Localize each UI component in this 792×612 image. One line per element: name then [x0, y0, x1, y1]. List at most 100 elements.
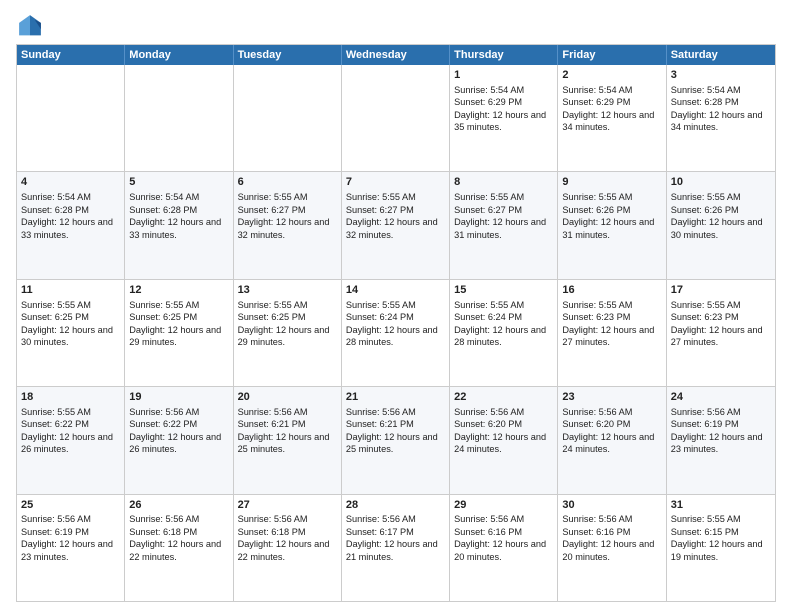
calendar-row-3: 11 Sunrise: 5:55 AM Sunset: 6:25 PM Dayligh… — [17, 280, 775, 387]
day-number: 11 — [21, 283, 120, 298]
day-cell-23: 23Sunrise: 5:56 AMSunset: 6:20 PMDayligh… — [558, 387, 666, 493]
day-info: Daylight: 12 hours and 33 minutes. — [21, 217, 113, 239]
day-cell-31: 31Sunrise: 5:55 AMSunset: 6:15 PMDayligh… — [667, 495, 775, 601]
day-number: 18 — [21, 390, 120, 405]
day-info: Daylight: 12 hours and 26 minutes. — [21, 432, 113, 454]
day-info: Sunrise: 5:56 AM — [454, 407, 524, 417]
day-number: 15 — [454, 283, 553, 298]
day-cell-11: 11Sunrise: 5:55 AMSunset: 6:25 PMDayligh… — [17, 280, 125, 386]
day-number: 7 — [346, 175, 445, 190]
day-info: Sunrise: 5:56 AM — [346, 514, 416, 524]
day-number: 13 — [238, 283, 337, 298]
day-number: 24 — [671, 390, 771, 405]
day-info: Sunset: 6:22 PM — [129, 419, 197, 429]
day-info: Daylight: 12 hours and 25 minutes. — [346, 432, 438, 454]
day-number: 29 — [454, 498, 553, 513]
page: SundayMondayTuesdayWednesdayThursdayFrid… — [0, 0, 792, 612]
day-cell-13: 13Sunrise: 5:55 AMSunset: 6:25 PMDayligh… — [234, 280, 342, 386]
day-number: 25 — [21, 498, 120, 513]
day-number: 28 — [346, 498, 445, 513]
header-day-friday: Friday — [558, 45, 666, 65]
day-number: 26 — [129, 498, 228, 513]
day-info: Sunset: 6:21 PM — [346, 419, 414, 429]
day-info: Daylight: 12 hours and 27 minutes. — [671, 325, 763, 347]
day-info: Daylight: 12 hours and 20 minutes. — [454, 539, 546, 561]
day-info: Daylight: 12 hours and 35 minutes. — [454, 110, 546, 132]
header-day-thursday: Thursday — [450, 45, 558, 65]
day-info: Daylight: 12 hours and 21 minutes. — [346, 539, 438, 561]
day-info: Sunset: 6:26 PM — [562, 205, 630, 215]
day-info: Daylight: 12 hours and 33 minutes. — [129, 217, 221, 239]
day-info: Sunset: 6:25 PM — [129, 312, 197, 322]
day-info: Sunrise: 5:55 AM — [346, 192, 416, 202]
day-info: Daylight: 12 hours and 24 minutes. — [454, 432, 546, 454]
day-cell-7: 7Sunrise: 5:55 AMSunset: 6:27 PMDaylight… — [342, 172, 450, 278]
day-info: Sunset: 6:25 PM — [238, 312, 306, 322]
day-info: Sunrise: 5:55 AM — [129, 300, 199, 310]
calendar: SundayMondayTuesdayWednesdayThursdayFrid… — [16, 44, 776, 602]
calendar-body: 1Sunrise: 5:54 AMSunset: 6:29 PMDaylight… — [17, 65, 775, 601]
day-info: Sunset: 6:19 PM — [671, 419, 739, 429]
day-info: Sunrise: 5:56 AM — [346, 407, 416, 417]
day-cell-10: 10Sunrise: 5:55 AMSunset: 6:26 PMDayligh… — [667, 172, 775, 278]
day-info: Sunrise: 5:56 AM — [454, 514, 524, 524]
day-info: Daylight: 12 hours and 28 minutes. — [346, 325, 438, 347]
day-info: Sunrise: 5:56 AM — [129, 407, 199, 417]
day-info: Daylight: 12 hours and 22 minutes. — [129, 539, 221, 561]
empty-cell — [342, 65, 450, 171]
day-number: 21 — [346, 390, 445, 405]
day-number: 8 — [454, 175, 553, 190]
day-number: 2 — [562, 68, 661, 83]
day-info: Sunset: 6:23 PM — [671, 312, 739, 322]
day-cell-15: 15Sunrise: 5:55 AMSunset: 6:24 PMDayligh… — [450, 280, 558, 386]
day-number: 5 — [129, 175, 228, 190]
day-info: Sunrise: 5:56 AM — [562, 407, 632, 417]
day-info: Sunset: 6:16 PM — [454, 527, 522, 537]
day-cell-28: 28Sunrise: 5:56 AMSunset: 6:17 PMDayligh… — [342, 495, 450, 601]
day-info: Daylight: 12 hours and 29 minutes. — [238, 325, 330, 347]
day-cell-1: 1Sunrise: 5:54 AMSunset: 6:29 PMDaylight… — [450, 65, 558, 171]
day-info: Daylight: 12 hours and 22 minutes. — [238, 539, 330, 561]
day-info: Sunset: 6:28 PM — [129, 205, 197, 215]
day-info: Sunrise: 5:55 AM — [671, 300, 741, 310]
day-cell-9: 9Sunrise: 5:55 AMSunset: 6:26 PMDaylight… — [558, 172, 666, 278]
day-info: Daylight: 12 hours and 31 minutes. — [454, 217, 546, 239]
day-number: 31 — [671, 498, 771, 513]
header-day-saturday: Saturday — [667, 45, 775, 65]
day-info: Sunset: 6:21 PM — [238, 419, 306, 429]
day-info: Sunrise: 5:56 AM — [129, 514, 199, 524]
header-day-tuesday: Tuesday — [234, 45, 342, 65]
header-day-sunday: Sunday — [17, 45, 125, 65]
day-info: Sunset: 6:24 PM — [454, 312, 522, 322]
calendar-row-1: 1Sunrise: 5:54 AMSunset: 6:29 PMDaylight… — [17, 65, 775, 172]
empty-cell — [234, 65, 342, 171]
logo-icon — [16, 12, 44, 40]
day-info: Daylight: 12 hours and 29 minutes. — [129, 325, 221, 347]
day-info: Sunrise: 5:55 AM — [454, 192, 524, 202]
day-cell-24: 24Sunrise: 5:56 AMSunset: 6:19 PMDayligh… — [667, 387, 775, 493]
day-info: Sunset: 6:29 PM — [454, 97, 522, 107]
day-info: Sunset: 6:26 PM — [671, 205, 739, 215]
day-cell-3: 3Sunrise: 5:54 AMSunset: 6:28 PMDaylight… — [667, 65, 775, 171]
day-info: Sunrise: 5:54 AM — [562, 85, 632, 95]
day-info: Daylight: 12 hours and 32 minutes. — [238, 217, 330, 239]
calendar-row-5: 25Sunrise: 5:56 AMSunset: 6:19 PMDayligh… — [17, 495, 775, 601]
day-cell-18: 18Sunrise: 5:55 AMSunset: 6:22 PMDayligh… — [17, 387, 125, 493]
calendar-row-2: 4Sunrise: 5:54 AMSunset: 6:28 PMDaylight… — [17, 172, 775, 279]
calendar-row-4: 18 Sunrise: 5:55 AM Sunset: 6:22 PM Dayligh… — [17, 387, 775, 494]
day-info: Sunrise: 5:56 AM — [21, 514, 91, 524]
day-info: Sunset: 6:18 PM — [238, 527, 306, 537]
day-cell-19: 19Sunrise: 5:56 AMSunset: 6:22 PMDayligh… — [125, 387, 233, 493]
day-info: Sunrise: 5:55 AM — [21, 300, 91, 310]
day-info: Sunrise: 5:55 AM — [21, 407, 91, 417]
day-cell-17: 17Sunrise: 5:55 AMSunset: 6:23 PMDayligh… — [667, 280, 775, 386]
day-info: Sunrise: 5:54 AM — [671, 85, 741, 95]
day-cell-14: 14Sunrise: 5:55 AMSunset: 6:24 PMDayligh… — [342, 280, 450, 386]
day-cell-4: 4Sunrise: 5:54 AMSunset: 6:28 PMDaylight… — [17, 172, 125, 278]
empty-cell — [17, 65, 125, 171]
day-info: Daylight: 12 hours and 23 minutes. — [671, 432, 763, 454]
day-info: Daylight: 12 hours and 28 minutes. — [454, 325, 546, 347]
day-cell-8: 8Sunrise: 5:55 AMSunset: 6:27 PMDaylight… — [450, 172, 558, 278]
empty-cell — [125, 65, 233, 171]
day-cell-20: 20Sunrise: 5:56 AMSunset: 6:21 PMDayligh… — [234, 387, 342, 493]
